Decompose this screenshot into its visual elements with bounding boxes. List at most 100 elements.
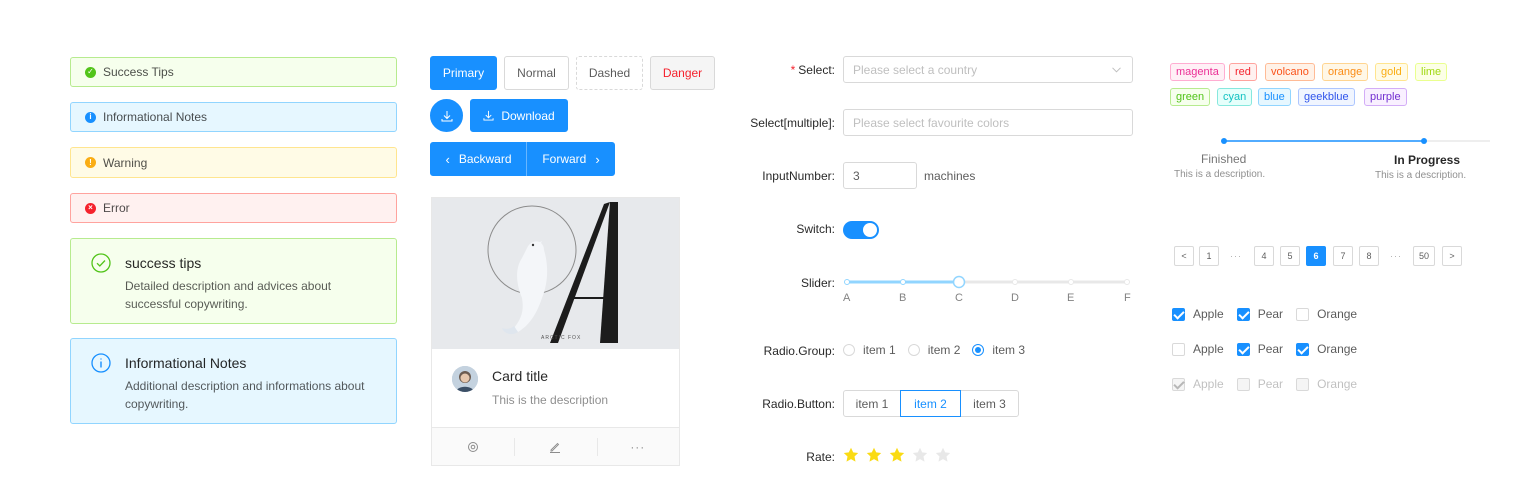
radio-group: item 1 item 2 item 3 xyxy=(843,343,1037,357)
info-circle-icon: i xyxy=(85,111,96,123)
tag-gold: gold xyxy=(1375,63,1408,81)
pagination-page-8[interactable]: 8 xyxy=(1359,246,1379,266)
normal-button[interactable]: Normal xyxy=(504,56,569,90)
switch-label: Switch: xyxy=(796,222,835,236)
required-mark: * xyxy=(790,63,796,77)
checkbox-apple[interactable]: Apple xyxy=(1172,307,1224,321)
alert-success-description: Detailed description and advices about s… xyxy=(125,279,332,311)
checkbox-unchecked-icon xyxy=(1236,377,1250,391)
checkbox-checked-icon xyxy=(1236,307,1250,321)
pagination-page-4[interactable]: 4 xyxy=(1254,246,1274,266)
alert-success-with-description: success tips Detailed description and ad… xyxy=(70,238,397,324)
download-button[interactable]: Download xyxy=(470,99,568,132)
machines-input-number[interactable]: 3 xyxy=(843,162,917,189)
pagination-page-50[interactable]: 50 xyxy=(1413,246,1435,266)
exclamation-circle-icon: ! xyxy=(85,157,96,168)
checkbox-apple[interactable]: Apple xyxy=(1172,342,1224,356)
checkbox-unchecked-icon xyxy=(1296,307,1310,321)
colors-multi-select-placeholder: Please select favourite colors xyxy=(853,115,1010,130)
slider-mark-f: F xyxy=(1124,292,1131,304)
pagination-prev[interactable]: < xyxy=(1174,246,1194,266)
radio-button-item-1[interactable]: item 1 xyxy=(843,390,901,417)
pagination-page-1[interactable]: 1 xyxy=(1199,246,1219,266)
step-in-progress-title: In Progress xyxy=(1394,153,1461,167)
radio-button-item-3[interactable]: item 3 xyxy=(960,390,1019,417)
checkbox-pear[interactable]: Pear xyxy=(1236,307,1283,321)
checkbox-unchecked-icon xyxy=(1296,377,1310,391)
radio-button-item-2[interactable]: item 2 xyxy=(900,390,961,417)
radio-item-1[interactable]: item 1 xyxy=(843,343,896,357)
chevron-right-icon: > xyxy=(1449,251,1455,261)
alert-success-message: success tips xyxy=(125,255,202,271)
slider-mark-a: A xyxy=(843,292,851,304)
alert-info-with-description: Informational Notes Additional descripti… xyxy=(70,338,397,424)
colors-multi-select[interactable]: Please select favourite colors xyxy=(843,109,1133,136)
radio-button-label: Radio.Button: xyxy=(762,397,835,411)
alert-info: i Informational Notes xyxy=(70,102,397,132)
setting-icon xyxy=(468,441,479,452)
pagination-page-6[interactable]: 6 xyxy=(1306,246,1326,266)
alert-info-text: Informational Notes xyxy=(103,110,208,124)
forward-button[interactable]: Forward › xyxy=(527,142,615,176)
danger-button[interactable]: Danger xyxy=(650,56,715,90)
checkbox-checked-icon xyxy=(1296,342,1310,356)
cover-caption: ARCTIC FOX xyxy=(541,335,582,341)
check-circle-icon: ✓ xyxy=(85,66,96,78)
checkbox-pear[interactable]: Pear xyxy=(1236,342,1284,356)
user-avatar-icon xyxy=(452,366,478,392)
primary-button[interactable]: Primary xyxy=(430,56,497,90)
radio-circle-checked xyxy=(972,344,985,356)
alert-warning: ! Warning xyxy=(70,147,397,178)
checkbox-orange[interactable]: Orange xyxy=(1296,342,1357,356)
tag-orange: orange xyxy=(1322,63,1369,81)
alert-error-text: Error xyxy=(103,201,130,215)
checkbox-orange[interactable]: Orange xyxy=(1296,307,1357,321)
alert-info-description: Additional description and informations … xyxy=(125,379,365,411)
card-action-more[interactable]: ··· xyxy=(596,428,679,465)
edit-icon xyxy=(550,442,561,453)
download-button-label: Download xyxy=(501,108,555,123)
card-actions: ··· xyxy=(432,427,679,465)
country-select[interactable]: Please select a country xyxy=(843,56,1133,83)
pagination-jump-prev[interactable]: ··· xyxy=(1223,246,1249,266)
tag-red: red xyxy=(1229,63,1257,81)
radio-item-2[interactable]: item 2 xyxy=(907,343,960,357)
dashed-button[interactable]: Dashed xyxy=(576,56,643,90)
slider-label: Slider: xyxy=(800,276,835,290)
slider[interactable] xyxy=(840,275,1134,289)
slider-mark-d: D xyxy=(1011,292,1019,304)
right-icon: › xyxy=(595,151,600,167)
input-number-value: 3 xyxy=(853,168,860,183)
ellipsis-icon: ··· xyxy=(630,439,646,454)
check-circle-outline-icon xyxy=(91,253,111,273)
star-empty-icon[interactable] xyxy=(935,447,951,463)
backward-button[interactable]: ‹ Backward xyxy=(430,142,527,176)
card-action-setting[interactable] xyxy=(432,428,514,465)
star-filled-icon[interactable] xyxy=(843,447,859,463)
card-action-edit[interactable] xyxy=(514,428,596,465)
step-in-progress-description: This is a description. xyxy=(1375,170,1467,181)
select-multiple-label: Select[multiple]: xyxy=(750,116,835,130)
radio-item-3[interactable]: item 3 xyxy=(972,343,1025,357)
checkbox-orange: Orange xyxy=(1296,377,1357,391)
avatar xyxy=(452,366,478,392)
checkbox-apple: Apple xyxy=(1172,377,1224,391)
download-circle-button[interactable] xyxy=(430,99,463,132)
pagination-page-7[interactable]: 7 xyxy=(1333,246,1353,266)
download-icon xyxy=(441,110,452,121)
checkbox-unchecked-icon xyxy=(1172,342,1185,356)
pagination-jump-next[interactable]: ··· xyxy=(1383,246,1409,266)
star-filled-icon[interactable] xyxy=(866,447,882,463)
steps-progress xyxy=(1221,138,1490,144)
radio-circle xyxy=(907,344,920,356)
tag-green: green xyxy=(1170,88,1211,106)
checkbox-label: Pear xyxy=(1257,342,1284,356)
checkbox-group-1: Apple Pear Orange xyxy=(1172,307,1370,321)
pagination-next[interactable]: > xyxy=(1442,246,1462,266)
star-filled-icon[interactable] xyxy=(889,447,905,463)
switch-toggle[interactable] xyxy=(843,221,879,239)
card: ARCTIC FOX Card title This is the descri… xyxy=(431,197,680,466)
star-empty-icon[interactable] xyxy=(912,447,928,463)
pagination-page-5[interactable]: 5 xyxy=(1280,246,1300,266)
slider-mark-c: C xyxy=(955,292,963,304)
